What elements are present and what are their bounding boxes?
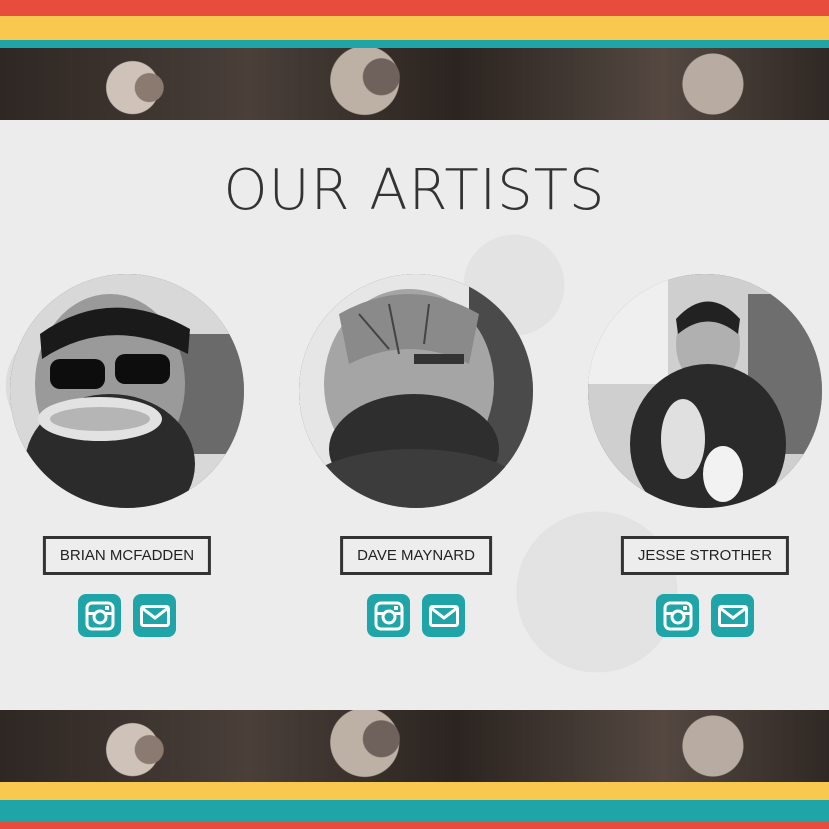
mail-icon[interactable]	[711, 594, 754, 637]
artist-photo	[10, 274, 244, 508]
artist-photo	[588, 274, 822, 508]
artist-card-dave: DAVE MAYNARD	[299, 274, 533, 637]
bottom-stripe-yellow	[0, 782, 829, 800]
top-stripe-red	[0, 0, 829, 16]
artist-photo	[299, 274, 533, 508]
artist-name: DAVE MAYNARD	[340, 536, 492, 575]
mail-icon[interactable]	[422, 594, 465, 637]
mail-icon[interactable]	[133, 594, 176, 637]
artist-card-jesse: JESSE STROTHER	[588, 274, 822, 637]
artist-card-brian: BRIAN MCFADDEN	[10, 274, 244, 637]
background-image-top	[0, 48, 829, 120]
page-title: OUR ARTISTS	[223, 158, 606, 223]
artist-name: JESSE STROTHER	[620, 536, 790, 575]
instagram-icon[interactable]	[656, 594, 699, 637]
bottom-stripe-teal	[0, 800, 829, 822]
artist-social-links	[299, 594, 533, 637]
instagram-icon[interactable]	[78, 594, 121, 637]
top-stripe-yellow	[0, 16, 829, 40]
artist-social-links	[588, 594, 822, 637]
bottom-stripe-red	[0, 822, 829, 829]
background-image-bottom	[0, 710, 829, 782]
instagram-icon[interactable]	[367, 594, 410, 637]
top-stripe-teal	[0, 40, 829, 48]
artist-social-links	[10, 594, 244, 637]
artist-name: BRIAN MCFADDEN	[42, 536, 212, 575]
